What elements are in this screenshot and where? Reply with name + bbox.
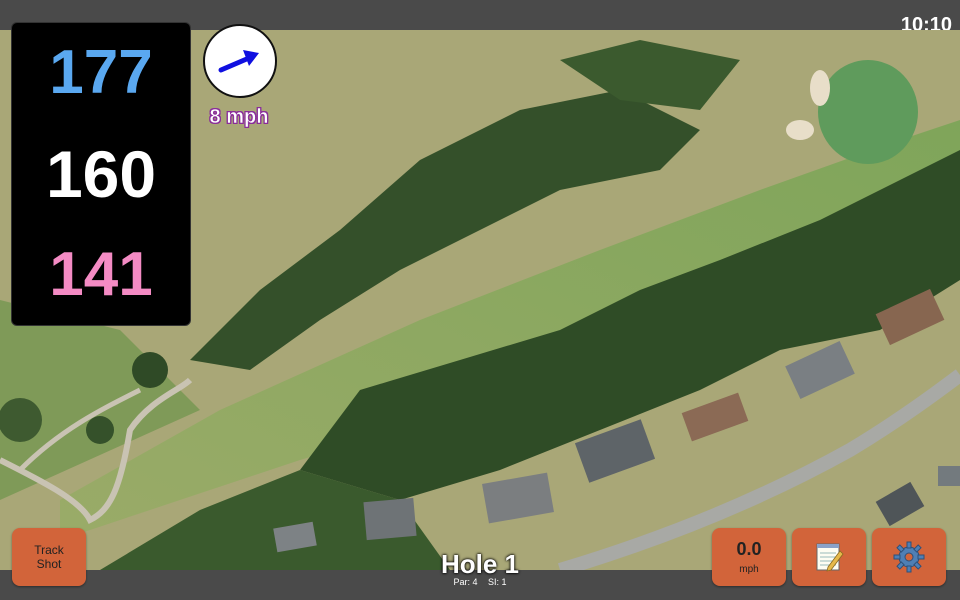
track-shot-label-line1: Track: [34, 543, 64, 557]
speed-unit: mph: [739, 564, 759, 575]
middle-distance: 160: [45, 136, 157, 211]
back-distance: 177: [49, 37, 153, 107]
speed-value: 0.0: [736, 539, 762, 559]
wind-direction-arrow-icon: [218, 50, 259, 73]
wind-speed: 8 mph: [209, 106, 269, 129]
hole-stroke-index: SI: 1: [488, 577, 507, 587]
speed-button[interactable]: 0.0 mph: [712, 528, 786, 586]
settings-button[interactable]: [872, 528, 946, 586]
notes-button[interactable]: [792, 528, 866, 586]
hole-info: Par: 4 SI: 1: [380, 577, 580, 587]
gear-icon: [893, 541, 925, 573]
hole-par: Par: 4: [453, 577, 478, 587]
hole-title: Hole 1: [440, 549, 520, 579]
wind-indicator[interactable]: [203, 24, 277, 98]
distance-panel: 177 160 141: [11, 22, 191, 326]
track-shot-label-line2: Shot: [36, 557, 62, 571]
front-distance: 141: [49, 240, 153, 310]
notepad-icon: [816, 543, 844, 572]
track-shot-button[interactable]: Track Shot: [12, 528, 86, 586]
